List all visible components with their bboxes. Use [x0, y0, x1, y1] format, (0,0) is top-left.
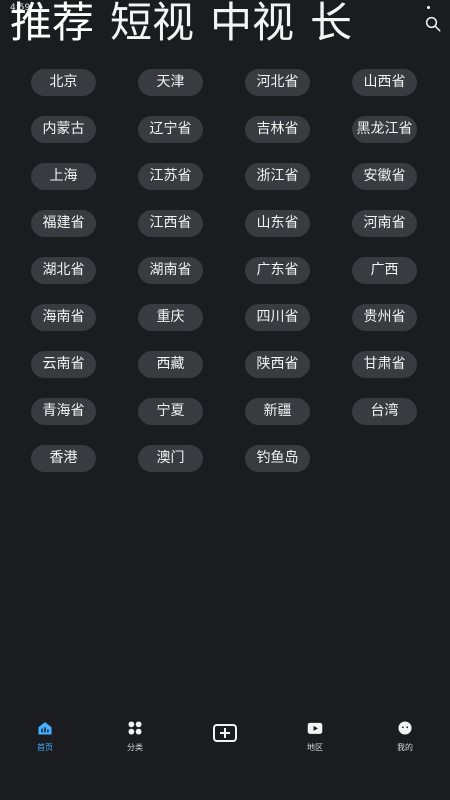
region-chip[interactable]: 辽宁省 [138, 116, 203, 143]
tab-short-video[interactable]: 短视 [110, 0, 194, 48]
tab-list: 推荐 短视 中视 长 [10, 0, 352, 48]
region-chip[interactable]: 安徽省 [352, 163, 417, 190]
region-chip[interactable]: 内蒙古 [31, 116, 96, 143]
region-chip[interactable]: 西藏 [138, 351, 203, 378]
region-chip[interactable]: 新疆 [245, 398, 310, 425]
nav-add[interactable] [195, 724, 255, 742]
region-chip[interactable]: 宁夏 [138, 398, 203, 425]
region-chip[interactable]: 四川省 [245, 304, 310, 331]
region-chip[interactable]: 北京 [31, 69, 96, 96]
category-icon [128, 721, 142, 735]
region-chip[interactable]: 甘肃省 [352, 351, 417, 378]
region-chip[interactable]: 浙江省 [245, 163, 310, 190]
region-chip[interactable]: 黑龙江省 [352, 116, 417, 143]
nav-mine[interactable]: 我的 [375, 720, 435, 753]
add-icon [213, 724, 237, 742]
notification-dot [427, 6, 430, 9]
home-icon [38, 722, 52, 735]
region-chip[interactable]: 江苏省 [138, 163, 203, 190]
nav-region-label: 地区 [307, 743, 323, 752]
region-icon [307, 722, 323, 734]
region-chip[interactable]: 青海省 [31, 398, 96, 425]
region-chip[interactable]: 福建省 [31, 210, 96, 237]
tab-long-video[interactable]: 长 [310, 0, 352, 48]
tab-medium-video[interactable]: 中视 [210, 0, 294, 48]
region-chip[interactable]: 陕西省 [245, 351, 310, 378]
nav-home[interactable]: 首页 [15, 720, 75, 753]
region-chip[interactable]: 广西 [352, 257, 417, 284]
nav-home-label: 首页 [37, 743, 53, 752]
region-grid: 北京 天津 河北省 山西省 内蒙古 辽宁省 吉林省 黑龙江省 上海 江苏省 浙江… [31, 69, 417, 472]
region-chip[interactable]: 河南省 [352, 210, 417, 237]
region-chip[interactable]: 山东省 [245, 210, 310, 237]
region-chip[interactable]: 天津 [138, 69, 203, 96]
nav-mine-label: 我的 [397, 743, 413, 752]
nav-region[interactable]: 地区 [285, 720, 345, 753]
region-chip[interactable]: 贵州省 [352, 304, 417, 331]
region-chip[interactable]: 台湾 [352, 398, 417, 425]
region-chip[interactable]: 江西省 [138, 210, 203, 237]
region-chip[interactable]: 重庆 [138, 304, 203, 331]
nav-category[interactable]: 分类 [105, 720, 165, 753]
top-tab-bar: 推荐 短视 中视 长 [0, 0, 450, 48]
region-chip[interactable]: 吉林省 [245, 116, 310, 143]
region-chip[interactable]: 湖南省 [138, 257, 203, 284]
region-chip[interactable]: 钓鱼岛 [245, 445, 310, 472]
profile-icon [398, 721, 412, 735]
nav-category-label: 分类 [127, 743, 143, 752]
region-chip[interactable]: 云南省 [31, 351, 96, 378]
region-chip[interactable]: 湖北省 [31, 257, 96, 284]
status-bar-time: 4:59 [10, 3, 31, 13]
region-chip[interactable]: 上海 [31, 163, 96, 190]
region-chip[interactable]: 河北省 [245, 69, 310, 96]
search-icon[interactable] [424, 15, 442, 33]
region-chip[interactable]: 澳门 [138, 445, 203, 472]
region-chip[interactable]: 香港 [31, 445, 96, 472]
region-chip[interactable]: 山西省 [352, 69, 417, 96]
region-chip[interactable]: 海南省 [31, 304, 96, 331]
region-chip[interactable]: 广东省 [245, 257, 310, 284]
